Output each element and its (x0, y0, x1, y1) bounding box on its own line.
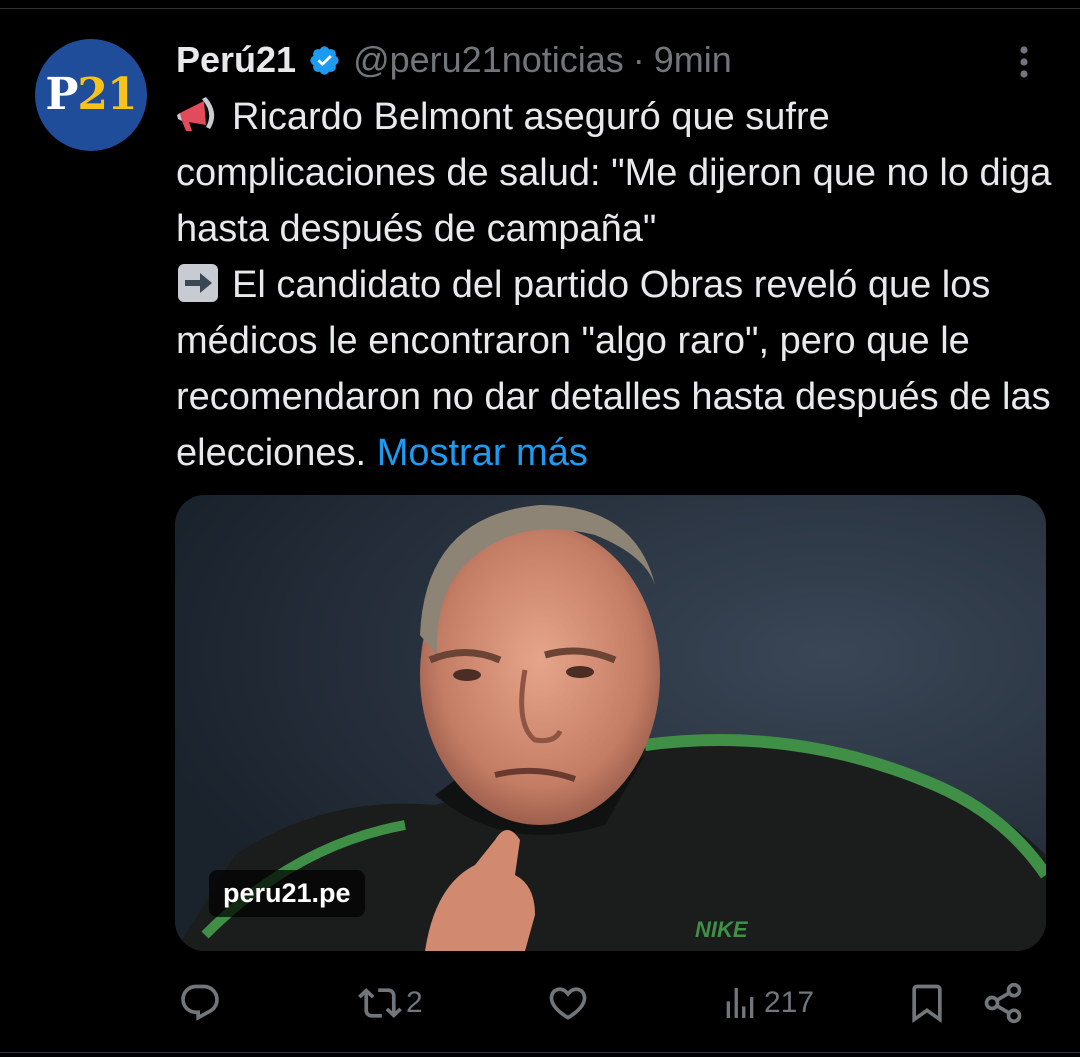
tweet-line-summary: El candidato del partido Obras reveló qu… (176, 264, 1051, 474)
retweet-button[interactable]: 2 (358, 975, 423, 1031)
tweet[interactable]: P21 Perú21 @peru21noticias · 9min Ricard… (0, 0, 1080, 1057)
share-button[interactable] (981, 975, 1025, 1031)
tweet-actions: 2 217 (0, 975, 1080, 1031)
views-chart-icon (726, 988, 754, 1018)
avatar-logo-number: 21 (77, 69, 137, 120)
right-arrow-icon (178, 264, 218, 302)
more-options-icon[interactable] (1012, 42, 1036, 82)
avatar-logo: P21 (45, 73, 137, 117)
retweet-icon (358, 988, 402, 1018)
bookmark-button[interactable] (905, 975, 949, 1031)
handle[interactable]: @peru21noticias (353, 39, 624, 81)
timestamp[interactable]: 9min (654, 39, 732, 81)
display-name[interactable]: Perú21 (176, 39, 296, 81)
verified-badge-icon[interactable] (308, 44, 341, 77)
bottom-divider (0, 1052, 1080, 1053)
like-button[interactable] (546, 975, 594, 1031)
heart-icon (549, 987, 587, 1020)
megaphone-icon (177, 97, 215, 131)
views-count: 217 (764, 986, 815, 1019)
retweet-count: 2 (406, 986, 423, 1019)
views-button[interactable]: 217 (720, 975, 814, 1031)
tweet-text: Ricardo Belmont aseguró que sufre compli… (176, 89, 1056, 481)
reply-button[interactable] (178, 975, 226, 1031)
media-domain-label[interactable]: peru21.pe (209, 870, 365, 917)
share-icon (984, 982, 1022, 1024)
avatar[interactable]: P21 (35, 39, 147, 151)
show-more-link[interactable]: Mostrar más (377, 432, 588, 474)
jacket-brand-text: NIKE (695, 917, 749, 942)
tweet-header: Perú21 @peru21noticias · 9min (176, 38, 732, 82)
tweet-line-headline: Ricardo Belmont aseguró que sufre compli… (176, 96, 1052, 250)
reply-icon (181, 984, 219, 1021)
separator-dot: · (632, 39, 645, 80)
tweet-paragraph-1: Ricardo Belmont aseguró que sufre compli… (176, 89, 1056, 257)
bookmark-icon (912, 984, 942, 1024)
avatar-logo-letter: P (45, 69, 78, 120)
tweet-paragraph-2: El candidato del partido Obras reveló qu… (176, 257, 1056, 481)
media-card[interactable]: NIKE peru21.pe (175, 495, 1046, 951)
